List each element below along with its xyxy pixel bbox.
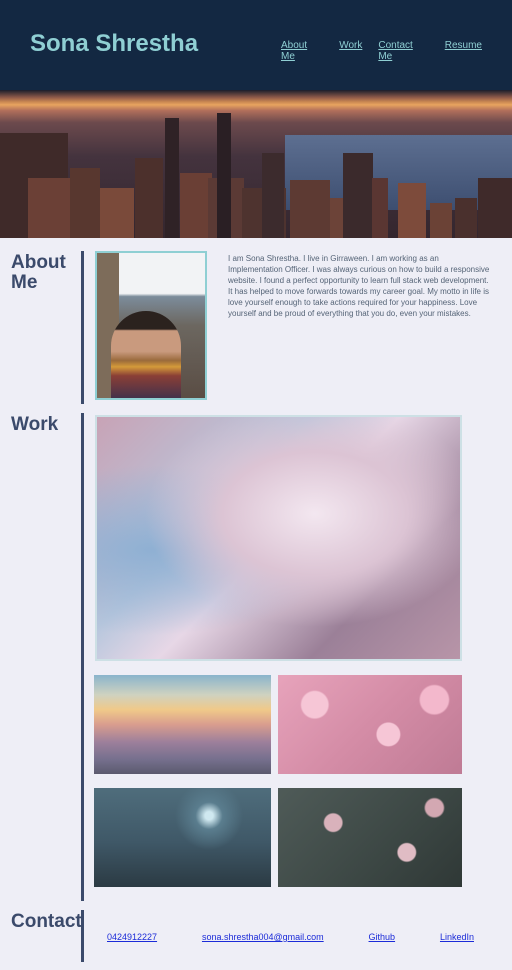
work-photo-forest-night[interactable] — [94, 788, 271, 887]
work-divider — [81, 413, 84, 901]
profile-photo — [95, 251, 207, 400]
about-bio: I am Sona Shrestha. I live in Girraween.… — [228, 254, 490, 318]
about-section: About Me I am Sona Shrestha. I live in G… — [0, 238, 512, 408]
about-divider — [81, 251, 84, 404]
photo-person — [111, 311, 181, 398]
work-photo-mountains[interactable] — [94, 675, 271, 774]
hero-city-image — [0, 90, 512, 238]
hero-building — [262, 153, 284, 238]
hero-building — [372, 178, 388, 238]
nav-resume[interactable]: Resume — [445, 40, 482, 62]
contact-divider — [81, 910, 84, 962]
hero-building — [398, 183, 426, 238]
hero-building — [430, 203, 452, 238]
work-photo-clouds[interactable] — [95, 415, 462, 661]
hero-building — [343, 153, 373, 238]
site-header: Sona Shrestha About Me Work Contact Me R… — [0, 0, 512, 90]
about-heading: About Me — [11, 252, 66, 293]
hero-building — [70, 168, 100, 238]
site-brand[interactable]: Sona Shrestha — [30, 30, 198, 58]
contact-links: 0424912227 sona.shrestha004@gmail.com Gi… — [107, 932, 474, 942]
hero-building — [217, 113, 231, 238]
hero-building — [135, 158, 163, 238]
contact-phone-link[interactable]: 0424912227 — [107, 932, 157, 942]
work-heading: Work — [11, 414, 59, 435]
nav-work[interactable]: Work — [339, 40, 362, 62]
main-nav: About Me Work Contact Me Resume — [281, 40, 482, 62]
nav-about-me[interactable]: About Me — [281, 40, 323, 62]
contact-heading: Contact — [11, 911, 82, 932]
hero-building — [290, 180, 330, 238]
contact-email-link[interactable]: sona.shrestha004@gmail.com — [202, 932, 324, 942]
work-photo-pink-flowers[interactable] — [278, 675, 462, 774]
work-section: Work — [0, 413, 512, 903]
hero-building — [478, 178, 512, 238]
contact-linkedin-link[interactable]: LinkedIn — [440, 932, 474, 942]
hero-building — [165, 118, 179, 238]
contact-github-link[interactable]: Github — [369, 932, 396, 942]
contact-section: Contact 0424912227 sona.shrestha004@gmai… — [0, 908, 512, 970]
hero-building — [28, 178, 73, 238]
nav-contact-me[interactable]: Contact Me — [378, 40, 428, 62]
hero-building — [455, 198, 477, 238]
work-photo-dark-flowers[interactable] — [278, 788, 462, 887]
hero-building — [100, 188, 134, 238]
